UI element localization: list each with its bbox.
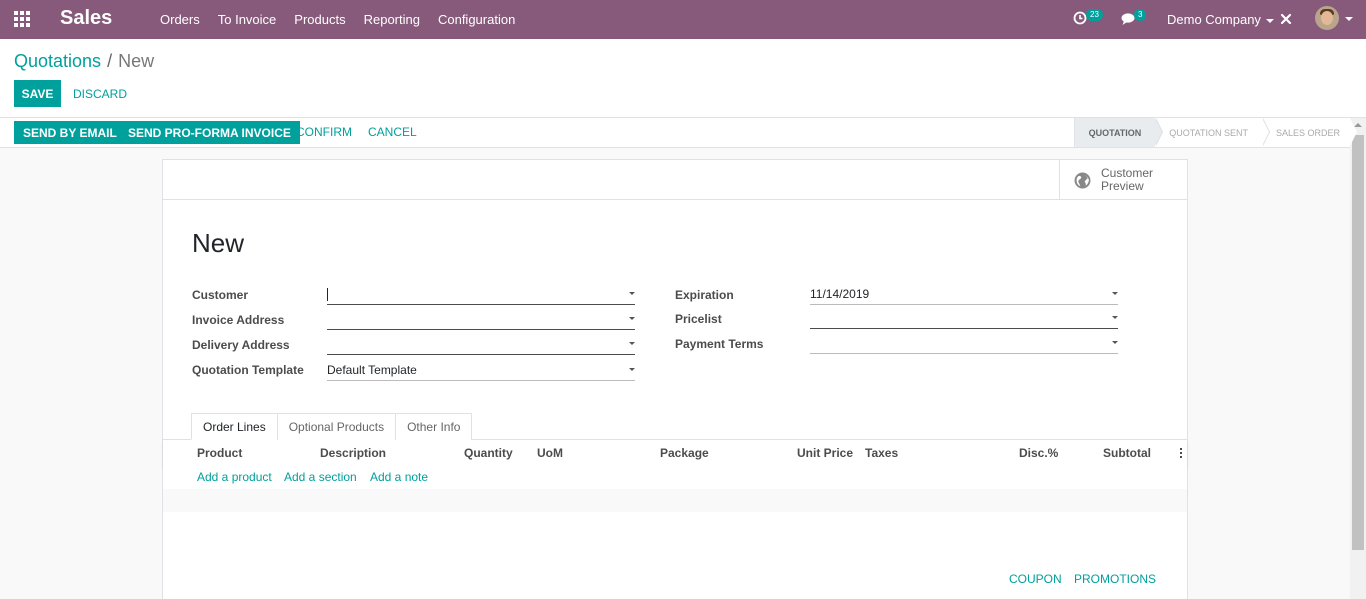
quotation-template-label: Quotation Template: [192, 363, 304, 377]
column-uom[interactable]: UoM: [537, 446, 563, 460]
close-icon: [1280, 13, 1292, 25]
send-proforma-invoice-button[interactable]: SEND PRO-FORMA INVOICE: [119, 121, 300, 144]
column-description[interactable]: Description: [320, 446, 386, 460]
pricelist-label: Pricelist: [675, 312, 722, 326]
user-menu-chevron-icon[interactable]: [1345, 17, 1353, 21]
user-avatar[interactable]: [1315, 6, 1339, 30]
expiration-label: Expiration: [675, 288, 734, 302]
text-cursor: [327, 288, 328, 301]
customer-label: Customer: [192, 288, 249, 302]
top-navbar: Sales Orders To Invoice Products Reporti…: [0, 0, 1366, 39]
add-note-link[interactable]: Add a note: [370, 470, 428, 484]
breadcrumb-quotations[interactable]: Quotations: [14, 51, 101, 71]
invoice-address-dropdown-icon[interactable]: [629, 317, 635, 320]
clock-icon: [1073, 11, 1087, 25]
stage-pipeline: QUOTATION QUOTATION SENT SALES ORDER: [1073, 118, 1358, 147]
discard-button[interactable]: DISCARD: [73, 87, 127, 101]
cancel-button[interactable]: CANCEL: [368, 125, 417, 139]
column-subtotal[interactable]: Subtotal: [1103, 446, 1151, 460]
expiration-field[interactable]: 11/14/2019: [810, 283, 1118, 305]
customer-field[interactable]: [327, 283, 635, 305]
menu-orders[interactable]: Orders: [160, 12, 200, 27]
column-unit-price[interactable]: Unit Price: [797, 446, 853, 460]
add-line-row: Add a product Add a section Add a note: [163, 466, 1187, 489]
stage-quotation-sent[interactable]: QUOTATION SENT: [1155, 118, 1270, 147]
invoice-address-label: Invoice Address: [192, 313, 285, 327]
delivery-address-dropdown-icon[interactable]: [629, 342, 635, 345]
column-quantity[interactable]: Quantity: [464, 446, 513, 460]
activity-count-badge: 23: [1086, 9, 1103, 21]
stage-sales-order[interactable]: SALES ORDER: [1262, 118, 1358, 147]
add-product-link[interactable]: Add a product: [197, 470, 272, 484]
column-taxes[interactable]: Taxes: [865, 446, 898, 460]
breadcrumb-current: New: [118, 51, 155, 71]
empty-row: [163, 512, 1187, 535]
stage-quotation[interactable]: QUOTATION: [1073, 118, 1164, 147]
confirm-button[interactable]: CONFIRM: [296, 125, 352, 139]
expiration-dropdown-icon[interactable]: [1112, 292, 1118, 295]
tab-optional-products[interactable]: Optional Products: [276, 413, 397, 440]
stage-sales-order-label: SALES ORDER: [1275, 127, 1340, 138]
save-button[interactable]: SAVE: [14, 80, 61, 107]
payment-terms-field[interactable]: [810, 332, 1118, 354]
record-title: New: [192, 228, 245, 258]
pricelist-dropdown-icon[interactable]: [1112, 316, 1118, 319]
column-product[interactable]: Product: [197, 446, 242, 460]
globe-icon: [1074, 172, 1091, 188]
menu-to-invoice[interactable]: To Invoice: [218, 12, 277, 27]
stage-quotation-label: QUOTATION: [1088, 127, 1142, 138]
delivery-address-field[interactable]: [327, 333, 635, 355]
scroll-thumb[interactable]: [1352, 135, 1364, 550]
vertical-scrollbar[interactable]: [1350, 118, 1366, 599]
quotation-template-value: Default Template: [327, 363, 417, 377]
customer-preview-label: Customer Preview: [1101, 167, 1153, 193]
button-box: Customer Preview: [163, 160, 1187, 200]
column-package[interactable]: Package: [660, 446, 709, 460]
app-name[interactable]: Sales: [60, 7, 112, 30]
breadcrumb: Quotations / New: [14, 51, 154, 72]
chevron-down-icon: [1265, 18, 1274, 23]
menu-configuration[interactable]: Configuration: [438, 12, 515, 27]
customer-preview-label-line2: Preview: [1101, 179, 1144, 193]
empty-row: [163, 489, 1187, 512]
payment-terms-dropdown-icon[interactable]: [1112, 341, 1118, 344]
message-count-badge: 3: [1134, 9, 1147, 21]
form-sheet: Customer Preview New Customer Invoice Ad…: [162, 159, 1188, 599]
add-section-link[interactable]: Add a section: [284, 470, 357, 484]
main-menu: Orders To Invoice Products Reporting Con…: [160, 0, 533, 39]
pricelist-field[interactable]: [810, 307, 1118, 329]
menu-reporting[interactable]: Reporting: [364, 12, 420, 27]
tab-order-lines[interactable]: Order Lines: [191, 413, 278, 440]
quotation-template-dropdown-icon[interactable]: [629, 368, 635, 371]
payment-terms-label: Payment Terms: [675, 337, 764, 351]
control-panel: Quotations / New SAVE DISCARD: [0, 39, 1366, 118]
menu-products[interactable]: Products: [294, 12, 345, 27]
breadcrumb-separator: /: [107, 51, 113, 71]
apps-menu-icon[interactable]: [14, 11, 30, 27]
notebook-tabs: Order Lines Optional Products Other Info: [191, 413, 473, 440]
optional-columns-kebab-icon[interactable]: [1180, 448, 1182, 458]
coupon-button[interactable]: COUPON: [1009, 572, 1062, 586]
column-discount[interactable]: Disc.%: [1019, 446, 1058, 460]
expiration-value: 11/14/2019: [810, 287, 870, 301]
send-by-email-button[interactable]: SEND BY EMAIL: [14, 121, 126, 144]
invoice-address-field[interactable]: [327, 308, 635, 330]
status-bar: SEND BY EMAIL SEND PRO-FORMA INVOICE CON…: [0, 118, 1366, 148]
debug-tools-button[interactable]: [1279, 12, 1293, 26]
customer-preview-button[interactable]: Customer Preview: [1059, 160, 1187, 200]
stage-quotation-sent-label: QUOTATION SENT: [1169, 127, 1248, 138]
tab-other-info[interactable]: Other Info: [395, 413, 473, 440]
promotions-button[interactable]: PROMOTIONS: [1074, 572, 1156, 586]
delivery-address-label: Delivery Address: [192, 338, 290, 352]
customer-dropdown-icon[interactable]: [629, 292, 635, 295]
company-name: Demo Company: [1167, 12, 1261, 27]
company-switcher[interactable]: Demo Company: [1167, 12, 1274, 27]
order-lines-header: Product Description Quantity UoM Package…: [163, 440, 1187, 466]
quotation-template-field[interactable]: Default Template: [327, 359, 635, 381]
